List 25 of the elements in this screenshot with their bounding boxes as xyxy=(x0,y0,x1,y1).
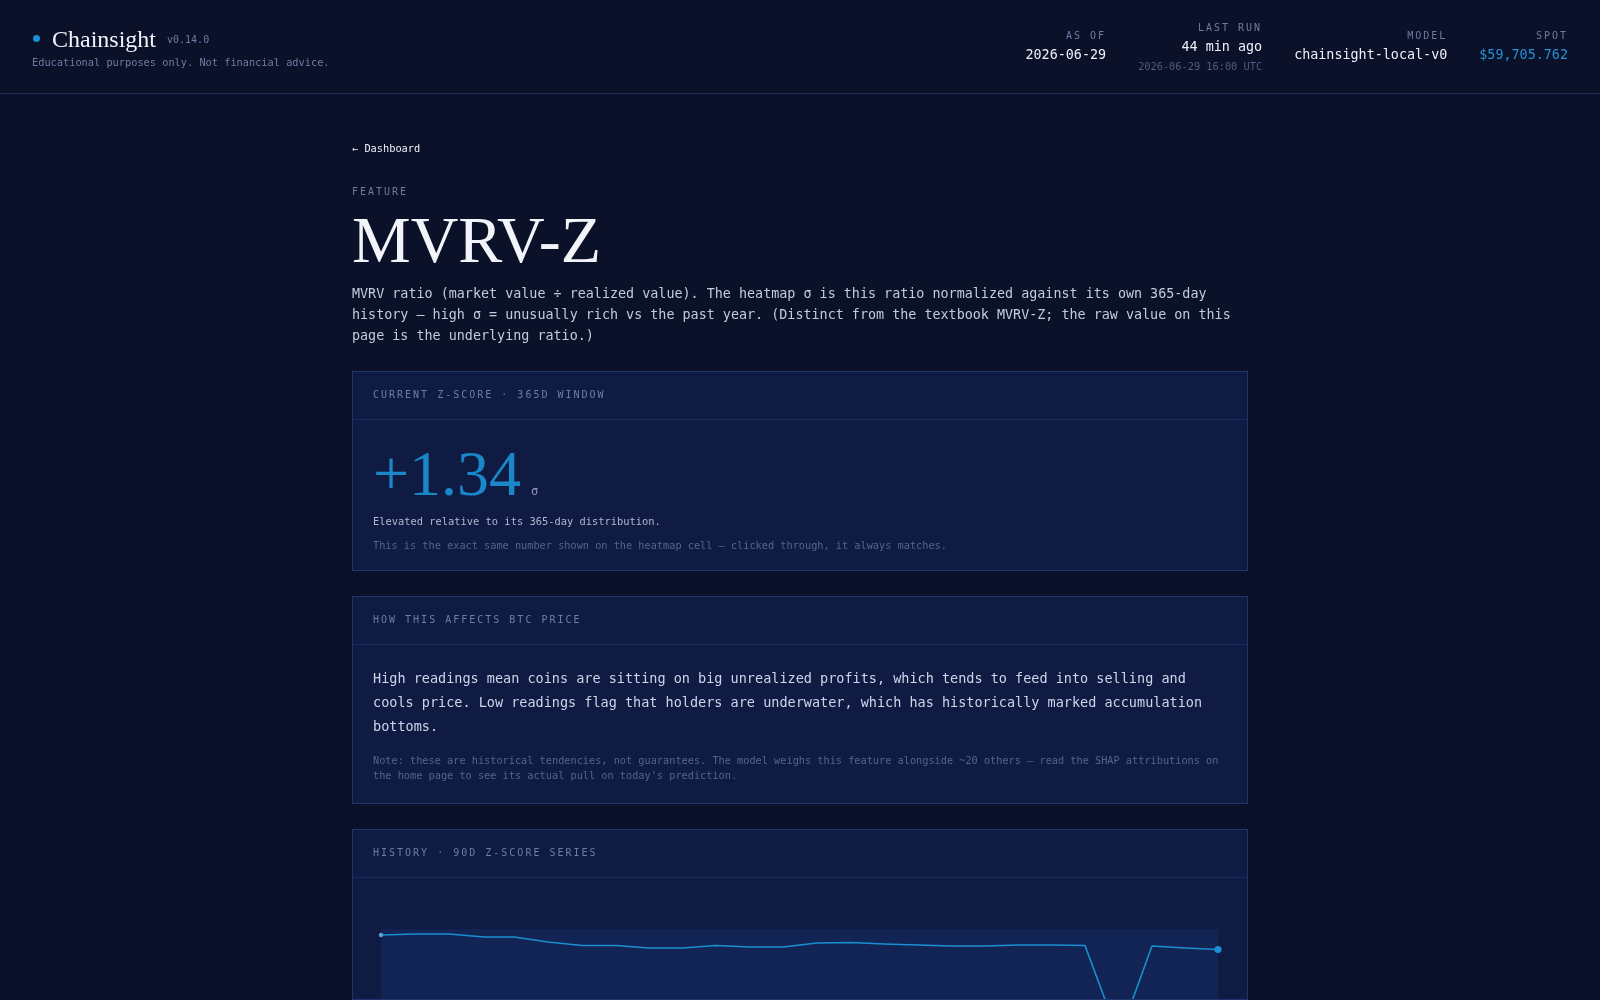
z-score-value: +1.34 xyxy=(373,442,522,506)
description-text: MVRV ratio (market value ÷ realized value). The heatmap σ is this ratio normalized against its own 365-day history — high σ = unusually rich vs the past year. (Distinct from the textbook MVRV-Z; the raw value on this page is the underlying ratio.) xyxy=(352,285,1232,345)
back-link[interactable]: ← Dashboard xyxy=(352,140,421,156)
stat-value: chainsight-local-v0 xyxy=(1294,45,1448,64)
stat-detail: 2026-06-29 16:00 UTC xyxy=(1138,58,1263,73)
card-heading: HISTORY · 90D Z-SCORE SERIES xyxy=(373,846,599,860)
page-title: MVRV-Z xyxy=(352,207,601,273)
stat-value: 44 min ago xyxy=(1181,37,1263,56)
stat-label: LAST RUN xyxy=(1197,20,1263,35)
stat-label: SPOT xyxy=(1535,28,1568,43)
version-label: v0.14.0 xyxy=(167,32,210,47)
stat-label: AS OF xyxy=(1066,28,1107,43)
card-heading: HOW THIS AFFECTS BTC PRICE xyxy=(373,613,583,627)
stat-value: 2026-06-29 xyxy=(1025,45,1107,64)
card-heading: CURRENT Z-SCORE · 365D WINDOW xyxy=(373,388,607,402)
sigma-unit: σ xyxy=(531,483,539,499)
disclaimer-text: Educational purposes only. Not financial advice. xyxy=(32,54,330,69)
stat-label: MODEL xyxy=(1407,28,1448,43)
eyebrow-label: FEATURE xyxy=(352,185,409,199)
card-body-text: High readings mean coins are sitting on big unrealized profits, which tends to feed into selling and cools price. Low readings flag that holders are underwater, which has historically marked accumulation bottoms. xyxy=(373,669,1204,736)
stat-value: $59,705.762 xyxy=(1479,45,1568,64)
score-note: This is the exact same number shown on the heatmap cell — clicked through, it always matches. xyxy=(373,538,948,553)
brand-name: Chainsight xyxy=(52,24,156,53)
score-summary: Elevated relative to its 365-day distribution. xyxy=(373,514,662,529)
card-note: Note: these are historical tendencies, not guarantees. The model weighs this feature alongside ~20 others — read the SHAP attributions on the home page to see its actual pull on today's prediction. xyxy=(373,753,1220,783)
